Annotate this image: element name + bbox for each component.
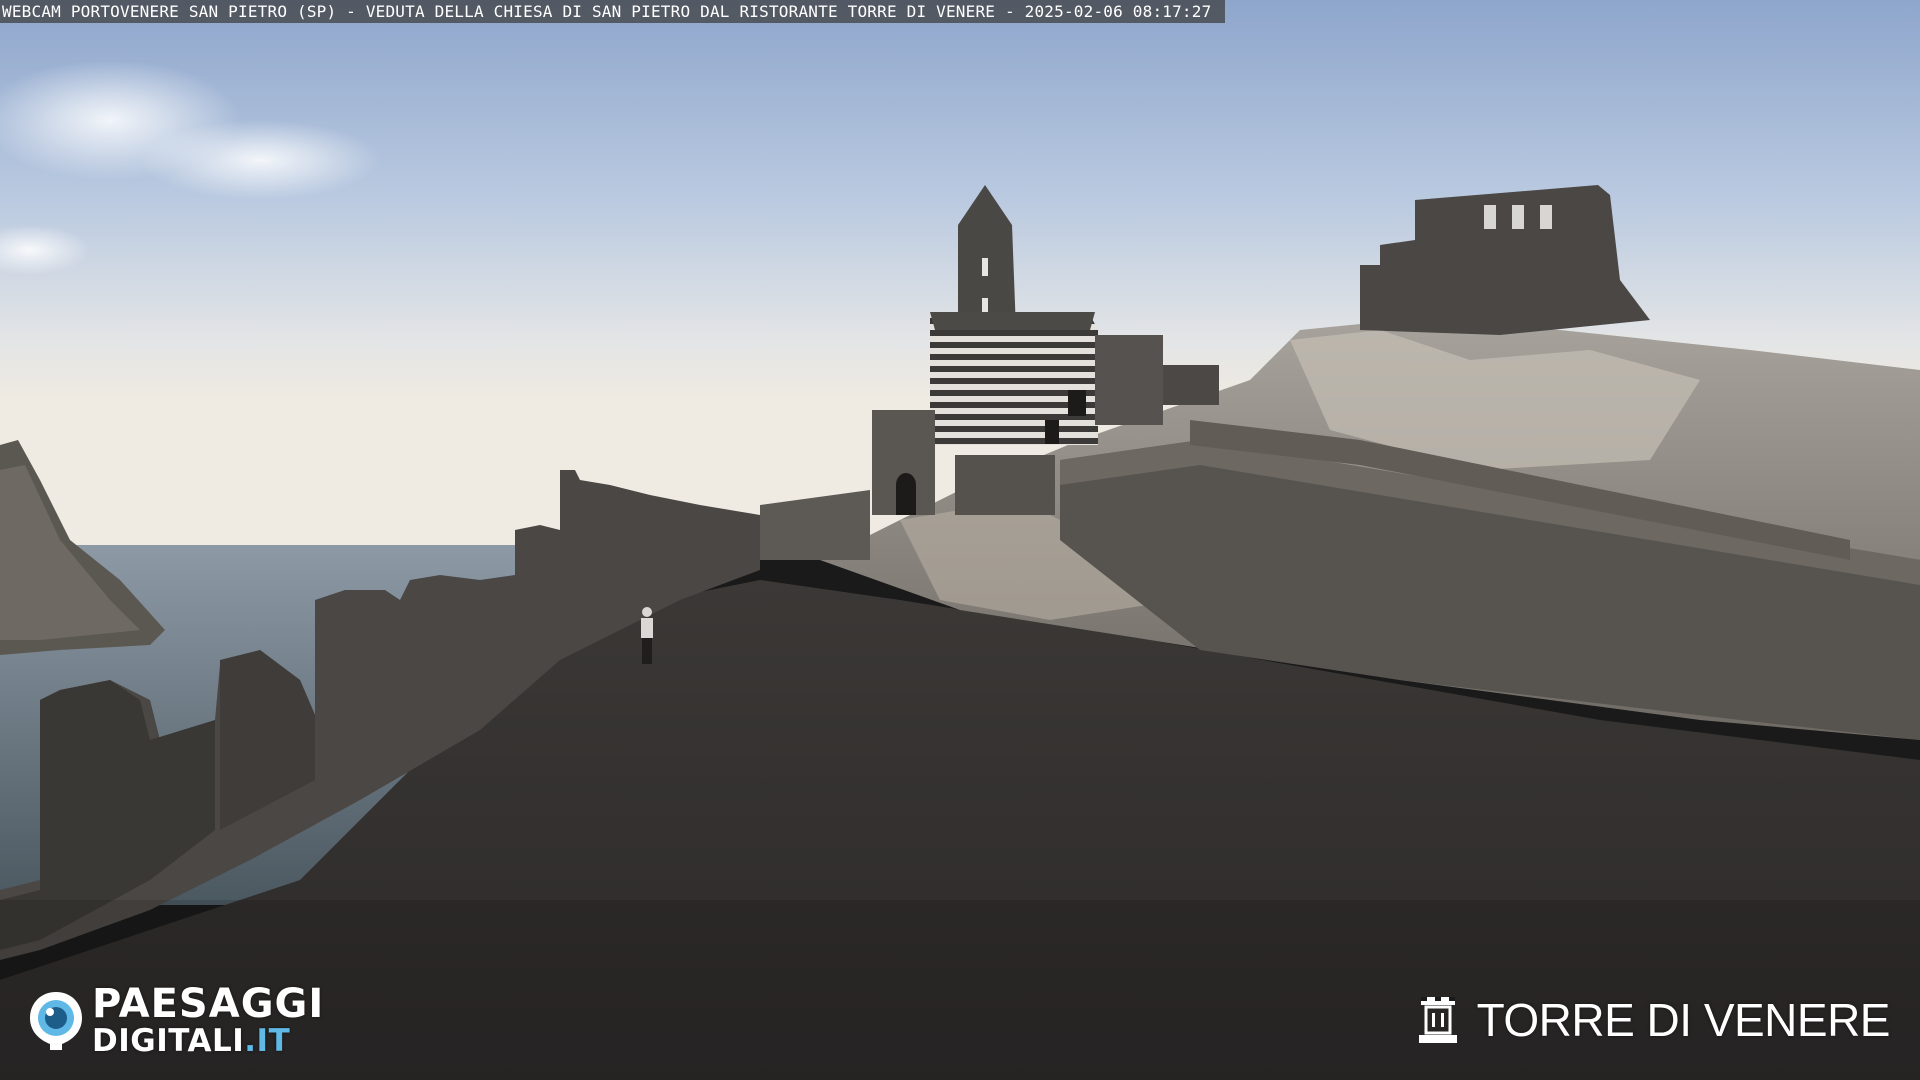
church-body xyxy=(930,315,1098,445)
person xyxy=(641,618,653,638)
logo-line2: DIGITALI xyxy=(92,1022,245,1059)
cloud xyxy=(140,120,380,200)
logo-line1: PAESAGGI xyxy=(92,980,325,1027)
webcam-scene xyxy=(0,0,1920,1080)
webcam-frame: WEBCAM PORTOVENERE SAN PIETRO (SP) - VED… xyxy=(0,0,1920,1080)
timestamp-caption: WEBCAM PORTOVENERE SAN PIETRO (SP) - VED… xyxy=(0,0,1226,23)
logo-line2-suffix: .IT xyxy=(244,1022,291,1059)
paesaggi-digitali-logo: PAESAGGI DIGITALI.IT xyxy=(28,980,325,1056)
eye-icon xyxy=(30,992,82,1050)
logo-name: TORRE DI VENERE xyxy=(1476,994,1891,1046)
torre-di-venere-logo: TORRE DI VENERE xyxy=(1417,990,1891,1050)
tower-icon xyxy=(1418,997,1457,1043)
